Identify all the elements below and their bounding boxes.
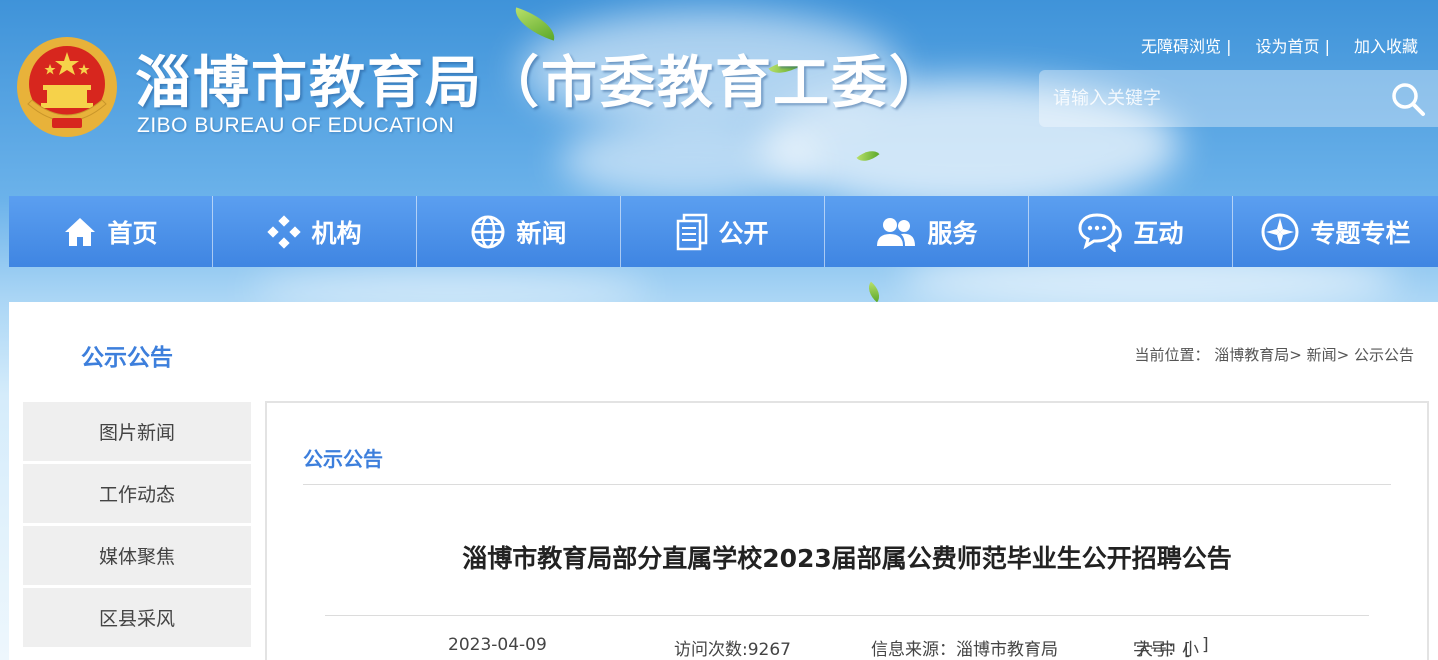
chat-icon: [1078, 212, 1123, 252]
add-favorite-link[interactable]: 加入收藏: [1342, 33, 1430, 57]
leaf-decoration: [510, 7, 560, 41]
nav-item-label: 互动: [1133, 218, 1184, 248]
font-size-end: ]: [1202, 635, 1209, 655]
national-emblem-logo: [14, 34, 120, 140]
breadcrumb-link-news[interactable]: 新闻>: [1307, 346, 1350, 364]
search-input[interactable]: [1039, 70, 1378, 127]
breadcrumb-link-notice[interactable]: 公示公告: [1354, 346, 1414, 364]
article-views: 访问次数:9267: [674, 640, 791, 660]
nav-item-service[interactable]: 服务: [825, 196, 1029, 267]
nav-item-label: 服务: [927, 218, 978, 248]
search-button[interactable]: [1378, 70, 1438, 127]
nav-item-label: 专题专栏: [1310, 218, 1411, 248]
sidebar-item-work-updates[interactable]: 工作动态: [23, 464, 251, 523]
article-category: 公示公告: [303, 447, 383, 471]
breadcrumb: 当前位置： 淄博教育局> 新闻> 公示公告: [1134, 344, 1414, 365]
nav-item-label: 公开: [718, 218, 769, 248]
leaf-decoration: [863, 281, 885, 303]
compass-icon: [1261, 213, 1299, 250]
font-size-control: 字号：[ 大中小 ]: [1133, 635, 1209, 660]
sidebar-item-county-news[interactable]: 区县采风: [23, 588, 251, 647]
accessibility-link[interactable]: 无障碍浏览 |: [1129, 33, 1244, 57]
accessibility-link-label: 无障碍浏览: [1140, 37, 1221, 56]
font-size-label: 字号：[: [1133, 640, 1191, 660]
nav-item-topics[interactable]: 专题专栏: [1233, 196, 1438, 267]
nav-item-home[interactable]: 首页: [9, 196, 213, 267]
add-favorite-label: 加入收藏: [1353, 37, 1418, 56]
breadcrumb-prefix: 当前位置：: [1134, 346, 1210, 364]
main-nav: 首页 机构 新闻 公开 服务 互动 专题专栏: [9, 196, 1438, 267]
set-homepage-link[interactable]: 设为首页 |: [1243, 33, 1342, 57]
sidebar: 图片新闻 工作动态 媒体聚焦 区县采风: [23, 402, 251, 650]
top-links: 无障碍浏览 | 设为首页 | 加入收藏: [1129, 33, 1430, 57]
main-panel: 公示公告 当前位置： 淄博教育局> 新闻> 公示公告 图片新闻 工作动态 媒体聚…: [9, 302, 1438, 660]
article-source: 信息来源：淄博市教育局: [871, 640, 1058, 660]
nav-item-label: 新闻: [516, 218, 567, 248]
divider: [303, 484, 1391, 485]
site-subtitle: ZIBO BUREAU OF EDUCATION: [137, 114, 455, 137]
nav-item-interact[interactable]: 互动: [1029, 196, 1233, 267]
separator: |: [1324, 37, 1330, 56]
divider: [325, 615, 1369, 616]
article-date: 2023-04-09: [448, 635, 547, 655]
site-title: 淄博市教育局（市委教育工委）: [135, 51, 947, 116]
nav-item-news[interactable]: 新闻: [417, 196, 621, 267]
document-icon: [677, 213, 708, 250]
article-panel: 公示公告 淄博市教育局部分直属学校2023届部属公费师范毕业生公开招聘公告 20…: [265, 401, 1429, 660]
sidebar-item-photo-news[interactable]: 图片新闻: [23, 402, 251, 461]
separator: |: [1226, 37, 1232, 56]
sidebar-item-media-focus[interactable]: 媒体聚焦: [23, 526, 251, 585]
globe-icon: [471, 215, 505, 248]
nav-item-public[interactable]: 公开: [621, 196, 825, 267]
nav-item-org[interactable]: 机构: [213, 196, 417, 267]
search-icon: [1392, 82, 1425, 116]
nav-item-label: 首页: [107, 218, 158, 248]
cloud-decoration: [560, 120, 820, 200]
org-icon: [267, 214, 302, 249]
article-title: 淄博市教育局部分直属学校2023届部属公费师范毕业生公开招聘公告: [462, 544, 1232, 573]
breadcrumb-link-home[interactable]: 淄博教育局>: [1214, 346, 1302, 364]
section-title: 公示公告: [81, 345, 173, 371]
set-homepage-label: 设为首页: [1255, 37, 1320, 56]
nav-item-label: 机构: [311, 218, 362, 248]
home-icon: [65, 217, 96, 246]
search-box: [1039, 70, 1438, 127]
users-icon: [877, 217, 916, 246]
